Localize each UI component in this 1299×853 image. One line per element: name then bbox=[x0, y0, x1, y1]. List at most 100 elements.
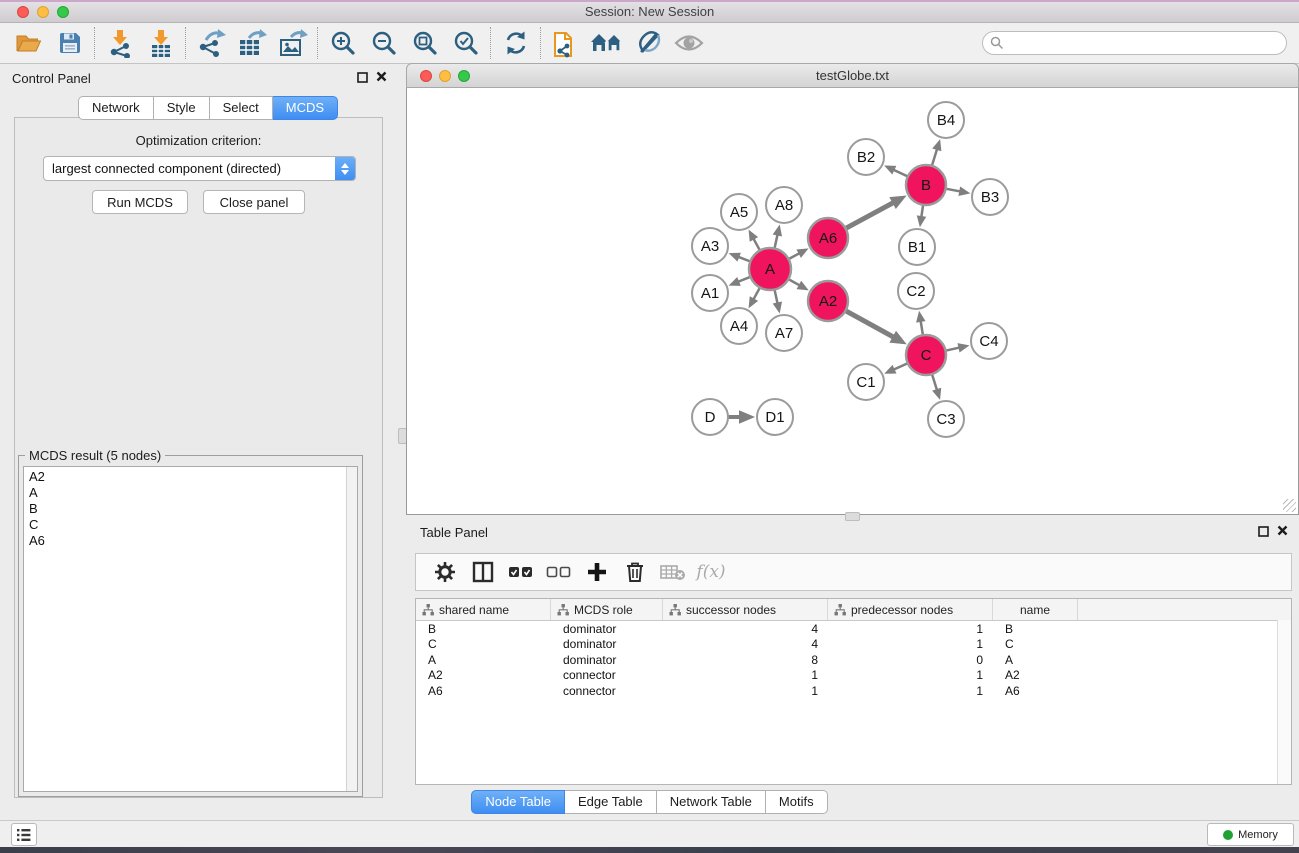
column-header-name[interactable]: name bbox=[993, 599, 1078, 620]
table-cell[interactable]: 1 bbox=[828, 668, 993, 684]
graph-edge[interactable] bbox=[738, 277, 750, 282]
tab-motifs[interactable]: Motifs bbox=[766, 790, 828, 814]
memory-button[interactable]: Memory bbox=[1207, 823, 1294, 846]
deselect-all-checkboxes-icon[interactable] bbox=[540, 557, 578, 587]
graph-edge[interactable] bbox=[946, 348, 960, 351]
control-panel-float-icon[interactable] bbox=[357, 72, 368, 86]
table-cell[interactable]: dominator bbox=[551, 637, 663, 653]
tab-select[interactable]: Select bbox=[210, 96, 273, 120]
graph-edge[interactable] bbox=[789, 253, 800, 259]
graph-edge[interactable] bbox=[753, 239, 760, 251]
table-cell[interactable]: 0 bbox=[828, 652, 993, 668]
graph-edge[interactable] bbox=[946, 189, 961, 192]
task-history-button[interactable] bbox=[11, 823, 37, 846]
table-panel-close-icon[interactable] bbox=[1277, 525, 1288, 539]
save-session-icon[interactable] bbox=[49, 25, 90, 61]
import-network-icon[interactable] bbox=[99, 25, 140, 61]
search-field[interactable] bbox=[982, 31, 1287, 55]
tab-edge-table[interactable]: Edge Table bbox=[565, 790, 657, 814]
table-cell[interactable]: A bbox=[993, 652, 1078, 668]
graph-edge[interactable] bbox=[932, 149, 937, 166]
tab-style[interactable]: Style bbox=[154, 96, 210, 120]
show-columns-icon[interactable] bbox=[464, 557, 502, 587]
minimize-window-button[interactable] bbox=[37, 6, 49, 18]
graph-edge[interactable] bbox=[921, 205, 923, 217]
column-header-successor-nodes[interactable]: successor nodes bbox=[663, 599, 828, 620]
table-cell[interactable]: C bbox=[416, 637, 551, 653]
graph-edge[interactable] bbox=[774, 235, 777, 249]
list-item[interactable]: B bbox=[24, 501, 357, 517]
table-row[interactable]: Bdominator41B bbox=[416, 621, 1277, 637]
table-row[interactable]: A2connector11A2 bbox=[416, 668, 1277, 684]
table-row[interactable]: A6connector11A6 bbox=[416, 683, 1277, 699]
delete-column-icon[interactable] bbox=[616, 557, 654, 587]
table-cell[interactable]: dominator bbox=[551, 652, 663, 668]
table-cell[interactable]: 8 bbox=[663, 652, 828, 668]
network-zoom-button[interactable] bbox=[458, 70, 470, 82]
list-item[interactable]: A2 bbox=[24, 469, 357, 485]
export-table-icon[interactable] bbox=[231, 25, 272, 61]
table-cell[interactable]: A2 bbox=[416, 668, 551, 684]
network-canvas[interactable]: B4B2BB3A8A5A6A3B1AA1C2A2A4A7C4CC1C3DD1 bbox=[406, 88, 1299, 515]
graph-edge[interactable] bbox=[932, 374, 937, 390]
mcds-result-list[interactable]: A2ABCA6 bbox=[23, 466, 358, 792]
select-all-checkboxes-icon[interactable] bbox=[502, 557, 540, 587]
table-cell[interactable]: A2 bbox=[993, 668, 1078, 684]
table-cell[interactable]: 1 bbox=[663, 683, 828, 699]
tab-network[interactable]: Network bbox=[78, 96, 154, 120]
list-item[interactable]: A bbox=[24, 485, 357, 501]
table-panel-float-icon[interactable] bbox=[1258, 526, 1269, 540]
zoom-in-icon[interactable] bbox=[322, 25, 363, 61]
column-header-predecessor-nodes[interactable]: predecessor nodes bbox=[828, 599, 993, 620]
zoom-fit-icon[interactable] bbox=[404, 25, 445, 61]
close-panel-button[interactable]: Close panel bbox=[203, 190, 305, 214]
refresh-icon[interactable] bbox=[495, 25, 536, 61]
table-row[interactable]: Adominator80A bbox=[416, 652, 1277, 668]
graph-edge[interactable] bbox=[921, 321, 923, 335]
table-cell[interactable]: 1 bbox=[828, 637, 993, 653]
graph-edge[interactable] bbox=[893, 170, 907, 177]
tab-network-table[interactable]: Network Table bbox=[657, 790, 766, 814]
close-window-button[interactable] bbox=[17, 6, 29, 18]
column-header-shared-name[interactable]: shared name bbox=[416, 599, 551, 620]
add-column-icon[interactable] bbox=[578, 557, 616, 587]
horizontal-divider-grip[interactable] bbox=[845, 512, 860, 521]
mcds-list-scrollbar[interactable] bbox=[346, 467, 357, 791]
graph-edge[interactable] bbox=[894, 363, 908, 369]
run-mcds-button[interactable]: Run MCDS bbox=[92, 190, 188, 214]
table-cell[interactable]: 4 bbox=[663, 637, 828, 653]
table-cell[interactable]: B bbox=[416, 621, 551, 637]
network-minimize-button[interactable] bbox=[439, 70, 451, 82]
graph-edge[interactable] bbox=[788, 279, 799, 285]
graph-edge[interactable] bbox=[846, 203, 894, 229]
table-cell[interactable]: A6 bbox=[416, 683, 551, 699]
table-cell[interactable]: 4 bbox=[663, 621, 828, 637]
table-row[interactable]: Cdominator41C bbox=[416, 637, 1277, 653]
zoom-out-icon[interactable] bbox=[363, 25, 404, 61]
network-window-titlebar[interactable]: testGlobe.txt bbox=[406, 63, 1299, 88]
table-cell[interactable]: B bbox=[993, 621, 1078, 637]
criterion-dropdown[interactable]: largest connected component (directed) bbox=[43, 156, 356, 181]
graph-edge[interactable] bbox=[753, 287, 760, 299]
search-input[interactable] bbox=[1004, 35, 1258, 51]
table-cell[interactable]: C bbox=[993, 637, 1078, 653]
zoom-selected-icon[interactable] bbox=[445, 25, 486, 61]
network-close-button[interactable] bbox=[420, 70, 432, 82]
graph-edge[interactable] bbox=[738, 257, 750, 262]
table-cell[interactable]: 1 bbox=[663, 668, 828, 684]
home-layout-icon[interactable] bbox=[586, 25, 627, 61]
table-cell[interactable]: 1 bbox=[828, 683, 993, 699]
table-cell[interactable]: A6 bbox=[993, 683, 1078, 699]
table-cell[interactable]: dominator bbox=[551, 621, 663, 637]
visual-properties-icon[interactable] bbox=[627, 25, 668, 61]
table-cell[interactable]: 1 bbox=[828, 621, 993, 637]
window-resize-grip[interactable] bbox=[1283, 499, 1296, 512]
export-image-icon[interactable] bbox=[272, 25, 313, 61]
list-item[interactable]: A6 bbox=[24, 533, 357, 549]
table-cell[interactable]: connector bbox=[551, 668, 663, 684]
open-session-icon[interactable] bbox=[8, 25, 49, 61]
table-scrollbar[interactable] bbox=[1277, 620, 1291, 784]
table-cell[interactable]: A bbox=[416, 652, 551, 668]
tab-node-table[interactable]: Node Table bbox=[471, 790, 565, 814]
list-item[interactable]: C bbox=[24, 517, 357, 533]
